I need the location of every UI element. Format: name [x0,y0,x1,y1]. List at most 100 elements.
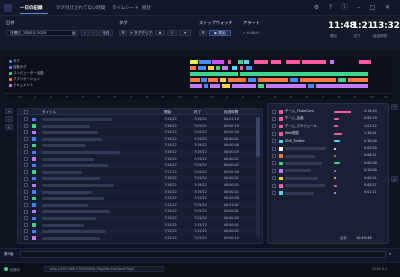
summary-row[interactable]: 0:00:41 [268,175,388,182]
memo-expand-icon[interactable]: ▾ [389,251,391,256]
tag-options-icon[interactable]: ▾ [179,30,191,36]
table-row[interactable]: 7/15/22 7/15/22 00:00:08 [18,195,262,202]
row-checkbox[interactable] [24,183,28,188]
edit-record-button[interactable]: ✎ [5,124,13,130]
table-scrollbar[interactable] [256,117,260,237]
table-row[interactable]: 7/19/22 7/19/22 00:01:10 [18,116,262,123]
summary-checkbox[interactable] [272,183,276,188]
summary-row[interactable]: チーム_スケジュール 1:01:12 [268,123,388,130]
summary-checkbox[interactable] [272,139,276,144]
settings-icon[interactable]: ⚙ [313,4,320,11]
summary-checkbox[interactable] [272,168,276,173]
calendar-icon[interactable]: ▦ [72,30,76,35]
summary-row[interactable]: 0:10:00 [268,167,388,174]
summary-checkbox[interactable] [272,124,276,129]
next-day-button[interactable]: › [90,30,98,36]
row-checkbox[interactable] [24,150,28,155]
summary-row[interactable]: チーム_会議 0:00:18 [268,115,388,122]
minimize-icon[interactable]: – [355,4,362,11]
table-row[interactable]: 7/19/22 7/19/22 00:00:46 [18,129,262,136]
row-checkbox[interactable] [24,216,28,221]
tab-statistics[interactable]: 統計 [142,5,151,11]
row-checkbox[interactable] [24,235,28,240]
summary-up-button[interactable]: ^ [391,104,398,110]
add-record-button[interactable]: + [5,108,13,114]
table-row[interactable]: 7/19/22 7/19/22 00:00:01 [18,156,262,163]
tag-export-icon[interactable]: ⇩ [167,30,177,36]
row-checkbox[interactable] [24,156,28,161]
today-button[interactable]: 今日 [99,30,113,36]
summary-checkbox[interactable] [272,190,276,195]
table-row[interactable]: 7/16/22 7/19/22 00:00:05 [18,182,262,189]
row-checkbox[interactable] [24,222,28,227]
help-icon[interactable]: ? [327,4,334,11]
tab-untagged-time[interactable]: タグ付けされてない時間 [56,5,105,11]
table-row[interactable]: 7/15/22 7/15/22 00:00:01 [18,208,262,215]
table-row[interactable]: 7/15/22 7/15/22 00:00:01 [18,222,262,229]
row-checkbox[interactable] [24,176,28,181]
summary-down-button[interactable]: v [391,176,398,182]
tag-list-icon[interactable]: ☰ [119,30,127,36]
tag-clear-button[interactable]: + タグクリア [129,30,153,36]
summary-checkbox[interactable] [272,146,276,151]
header-duration[interactable]: 経過時間 [224,109,238,115]
table-row[interactable]: 7/19/22 7/19/22 00:00:05 [18,149,262,156]
select-all-checkbox[interactable] [24,110,28,114]
row-checkbox[interactable] [24,189,28,194]
row-checkbox[interactable] [24,123,28,128]
activity-timeline[interactable]: タグ 自動タグ コンピューター活動 アプリケーション ドキュメント [4,57,392,92]
info-icon[interactable]: ⓘ [341,4,348,11]
date-picker[interactable]: 日曜日, 2月/02/ 2025 [6,30,78,36]
table-row[interactable]: 7/15/22 7/15/22 00:01:01 [18,201,262,209]
summary-checkbox[interactable] [272,153,276,158]
table-row[interactable]: 7/17/22 7/19/22 00:00:46 [18,169,262,176]
table-scrollbar-thumb[interactable] [256,117,260,157]
table-row[interactable]: 7/15/22 7/15/22 00:00:02 [18,228,262,235]
row-checkbox[interactable] [24,117,28,122]
stopwatch-start-button[interactable]: ▶ 開始 [209,30,231,36]
row-checkbox[interactable] [24,169,28,174]
summary-checkbox[interactable] [272,176,276,181]
summary-row[interactable]: SNS_Twitter 0:30:00 [268,138,388,145]
header-title[interactable]: タイトル [42,109,56,115]
header-start[interactable]: 開始 [164,109,171,115]
summary-checkbox[interactable] [272,116,276,121]
tab-timesheet[interactable]: タイムシート [112,5,139,11]
status-url[interactable]: http://192.168.0.50/ZAMUL/Tag/WorkAs/Ipc… [50,267,134,271]
summary-checkbox[interactable] [272,161,276,166]
summary-row[interactable]: 0:01:11 [268,189,388,196]
table-row[interactable]: 7/19/22 7/19/22 00:00:02 [18,162,262,169]
delete-record-button[interactable]: – [5,116,13,122]
close-icon[interactable]: ✕ [384,4,391,11]
alert-value[interactable]: ✓ 0:00:0 [243,31,259,35]
table-row[interactable]: 7/15/22 7/15/22 00:00:05 [18,215,262,222]
summary-row[interactable]: チーム_FlubeCom 4:19:43 [268,108,388,115]
summary-row[interactable]: 0:03:00 [268,145,388,152]
summary-row[interactable]: 0:00:08 [268,160,388,167]
row-checkbox[interactable] [24,229,28,234]
maximize-icon[interactable]: □ [369,4,376,11]
header-end[interactable]: 終了 [194,109,201,115]
row-checkbox[interactable] [24,202,28,207]
summary-checkbox[interactable] [272,131,276,136]
memo-input[interactable] [20,251,386,258]
row-checkbox[interactable] [24,196,28,201]
table-row[interactable]: 7/15/22 7/15/22 00:00:10 [18,235,262,242]
table-row[interactable]: 7/19/22 7/19/22 00:00:46 [18,142,262,149]
tab-daily-log[interactable]: 一日の記録 [20,5,43,11]
row-checkbox[interactable] [24,136,28,141]
table-row[interactable]: 7/19/22 7/19/22 00:00:01 [18,135,262,143]
row-checkbox[interactable] [24,130,28,135]
table-row[interactable]: 7/19/22 7/19/22 00:00:18 [18,122,262,130]
summary-row[interactable]: Web閲覧 1:30:01 [268,130,388,137]
row-checkbox[interactable] [24,209,28,214]
summary-row[interactable]: 0:00:27 [268,182,388,189]
tag-filter-icon[interactable]: ⧗ [155,30,165,36]
timeline-ruler[interactable]: 12 1 2 3 4 5 6 7 8 9 10 11 12 1 2 3 4 5 … [4,93,392,99]
summary-row[interactable]: 0:06:41 [268,152,388,159]
table-row[interactable]: 7/18/22 7/19/22 00:00:01 [18,175,262,182]
row-checkbox[interactable] [24,143,28,148]
summary-checkbox[interactable] [272,109,276,114]
row-checkbox[interactable] [24,163,28,168]
stopwatch-list-icon[interactable]: ☰ [199,30,207,36]
